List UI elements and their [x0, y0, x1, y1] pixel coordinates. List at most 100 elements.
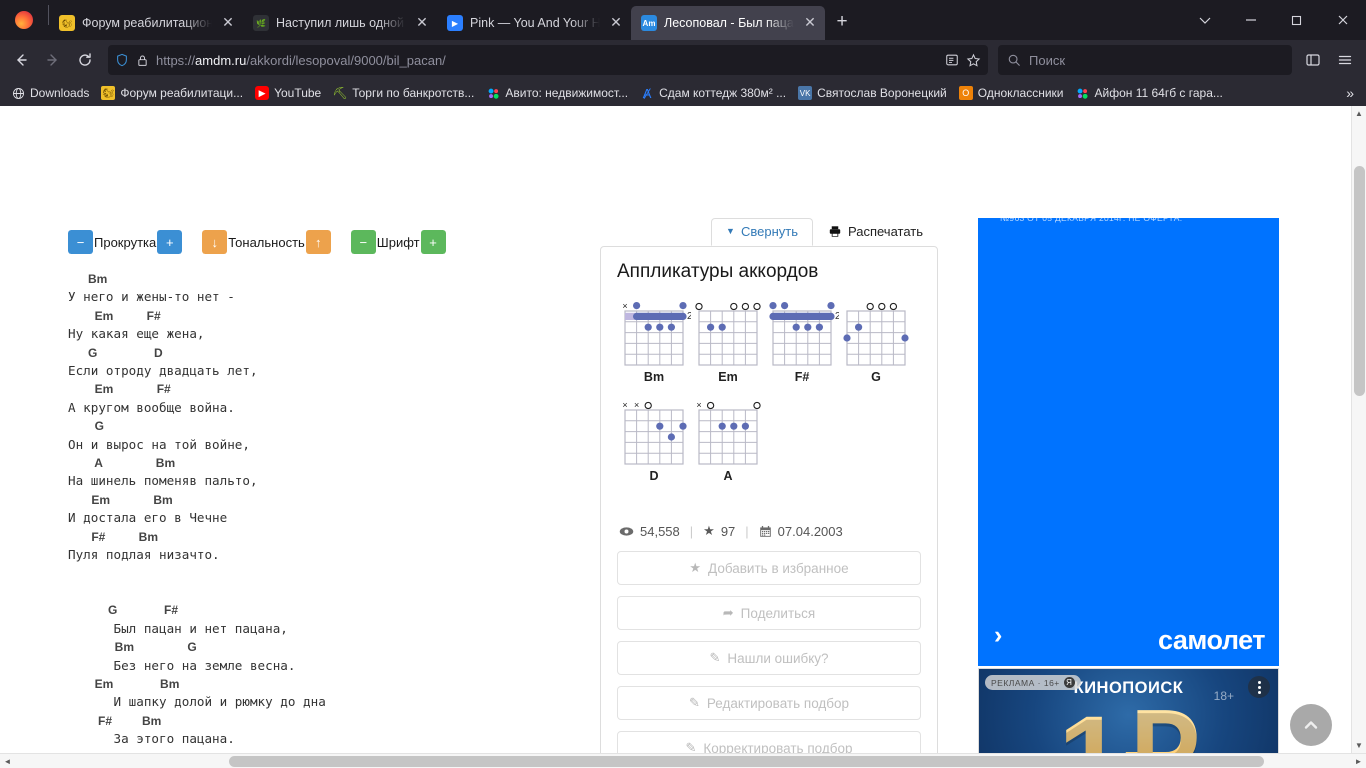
tab-collapse[interactable]: ▼ Свернуть — [711, 218, 813, 246]
bookmark-avito-realty[interactable]: Авито: недвижимост... — [481, 83, 633, 103]
avito-icon — [1075, 86, 1089, 100]
lyric-line: Ну какая еще жена, — [68, 326, 205, 342]
tab-close-button[interactable]: ✕ — [413, 14, 431, 32]
ad-banner-samolet[interactable]: №963 ОТ 05 ДЕКАБРЯ 2014Г. НЕ ОФЕРТА. › с… — [978, 218, 1279, 666]
scroll-right-arrow[interactable]: ► — [1351, 757, 1366, 766]
reload-icon[interactable] — [70, 45, 100, 75]
video-favicon: ▶ — [447, 15, 463, 31]
fretboard-diagram: × 2 — [617, 299, 691, 369]
hamburger-menu-icon[interactable] — [1330, 45, 1360, 75]
horizontal-scrollbar[interactable]: ◄ ► — [0, 753, 1366, 768]
reader-icon[interactable] — [945, 53, 959, 67]
tab-close-button[interactable]: ✕ — [607, 14, 625, 32]
kebab-menu-icon[interactable] — [1248, 676, 1270, 698]
forward-icon[interactable] — [38, 45, 68, 75]
chord-line: Bm G — [68, 640, 197, 655]
vertical-scroll-thumb[interactable] — [1354, 166, 1365, 396]
ad-label-badge[interactable]: РЕКЛАМА · 16+ Я — [985, 675, 1081, 690]
firefox-logo-button[interactable] — [0, 0, 48, 40]
url-bar[interactable]: https://amdm.ru/akkordi/lesopoval/9000/b… — [108, 45, 988, 75]
lyric-line: За этого пацана. — [68, 731, 235, 747]
lyric-line: Он и вырос на той войне, — [68, 436, 250, 452]
url-text[interactable]: https://amdm.ru/akkordi/lesopoval/9000/b… — [156, 53, 938, 68]
browser-tab-4-active[interactable]: Am Лесоповал - Был пацан, аккор ✕ — [631, 6, 825, 40]
chord-line: Em Bm — [68, 676, 180, 691]
key-down-button[interactable]: ↓ — [202, 230, 228, 254]
bookmark-youtube[interactable]: ▶ YouTube — [250, 83, 326, 103]
bookmarks-overflow-button[interactable]: » — [1340, 85, 1360, 101]
scroll-up-arrow[interactable]: ▲ — [1352, 106, 1366, 121]
bookmark-label: Одноклассники — [977, 86, 1064, 100]
key-label: Тональность — [228, 234, 305, 250]
close-icon[interactable] — [1320, 0, 1366, 40]
bookmark-cottage[interactable]: Ⱥ Сдам коттедж 380м² ... — [635, 83, 791, 103]
lyric-line: А кругом вообще война. — [68, 399, 235, 415]
tab-strip: 🐿 Форум реабилитационного це ✕ 🌿 Наступи… — [0, 0, 1366, 40]
chord-diagram-fsharp[interactable]: 2 F# — [765, 299, 839, 384]
vertical-scrollbar[interactable]: ▲ ▼ — [1351, 106, 1366, 753]
leaf-favicon: 🌿 — [253, 15, 269, 31]
chord-diagram-em[interactable]: Em — [691, 299, 765, 384]
action-button-нашли-ошибку[interactable]: ✎ Нашли ошибку? — [617, 641, 921, 675]
horizontal-scroll-track[interactable] — [15, 754, 1351, 768]
search-bar[interactable]: Поиск — [998, 45, 1292, 75]
chord-diagram-d[interactable]: × × D — [617, 398, 691, 483]
action-button-редактировать-подбор[interactable]: ✎ Редактировать подбор — [617, 686, 921, 720]
action-button-label: Поделиться — [740, 605, 816, 621]
scroll-left-arrow[interactable]: ◄ — [0, 757, 15, 766]
font-minus-button[interactable]: − — [350, 230, 376, 254]
tab-close-button[interactable]: ✕ — [801, 14, 819, 32]
bookmark-label: Торги по банкротств... — [352, 86, 475, 100]
new-tab-button[interactable]: + — [825, 6, 859, 38]
tab-close-button[interactable]: ✕ — [219, 14, 237, 32]
account-icon[interactable] — [1298, 45, 1328, 75]
forum-favicon: 🐿 — [59, 15, 75, 31]
printer-icon — [828, 225, 842, 238]
share-icon: ➦ — [722, 605, 734, 620]
scroll-minus-button[interactable]: − — [68, 230, 93, 254]
scroll-plus-button[interactable]: + — [157, 230, 183, 254]
chord-line: G F# — [68, 603, 179, 618]
scroll-down-arrow[interactable]: ▼ — [1352, 738, 1366, 753]
browser-tab-1[interactable]: 🐿 Форум реабилитационного це ✕ — [49, 6, 243, 40]
back-icon[interactable] — [6, 45, 36, 75]
tab-print[interactable]: Распечатать — [813, 218, 938, 246]
shield-icon[interactable] — [115, 53, 129, 67]
avito-icon — [486, 86, 500, 100]
key-up-button[interactable]: ↑ — [305, 230, 331, 254]
bookmark-downloads[interactable]: Downloads — [6, 83, 94, 103]
chord-line: G D — [68, 345, 163, 360]
lock-icon[interactable] — [136, 54, 149, 67]
chord-diagram-a[interactable]: × A — [691, 398, 765, 483]
font-plus-button[interactable]: + — [420, 230, 446, 254]
amdm-favicon: Am — [641, 15, 657, 31]
chord-diagram-bm[interactable]: × 2 Bm — [617, 299, 691, 384]
ad-brand-label: самолет — [1158, 625, 1265, 655]
action-button-добавить-в-избранное[interactable]: ★ Добавить в избранное — [617, 551, 921, 585]
scroll-to-top-button[interactable] — [1290, 704, 1332, 746]
chord-name: F# — [794, 370, 810, 384]
rating-stat: ★ 97 — [703, 523, 735, 539]
browser-tab-3[interactable]: ▶ Pink — You And Your Hand ✕ — [437, 6, 631, 40]
horizontal-scroll-thumb[interactable] — [229, 755, 1264, 767]
font-label: Шрифт — [376, 234, 420, 250]
list-all-tabs-icon[interactable] — [1182, 0, 1228, 40]
action-button-поделиться[interactable]: ➦ Поделиться — [617, 596, 921, 630]
key-control: ↓ Тональность ↑ — [202, 230, 331, 254]
web-page: − Прокрутка + ↓ Тональность ↑ − Шрифт + … — [0, 106, 1366, 768]
chords-panel: ▼ Свернуть Распечатать Аппликатуры аккор… — [600, 218, 938, 768]
minimize-icon[interactable] — [1228, 0, 1274, 40]
restore-icon[interactable] — [1274, 0, 1320, 40]
svg-text:×: × — [622, 400, 627, 410]
bookmark-auction[interactable]: ⛏ Торги по банкротств... — [328, 83, 479, 103]
bookmark-ok[interactable]: O Одноклассники — [954, 83, 1069, 103]
browser-tab-2[interactable]: 🌿 Наступил лишь одной ногой, ✕ — [243, 6, 437, 40]
ad-arrow-icon: › — [994, 621, 1003, 649]
bookmark-forum[interactable]: 🐿 Форум реабилитаци... — [96, 83, 248, 103]
bookmark-iphone[interactable]: Айфон 11 64гб с гара... — [1070, 83, 1227, 103]
bookmark-vk[interactable]: VK Святослав Воронецкий — [793, 83, 952, 103]
bookmark-star-icon[interactable] — [966, 53, 981, 68]
tab-title: Наступил лишь одной ногой, — [276, 16, 406, 30]
rating-count: 97 — [720, 523, 736, 539]
chord-diagram-g[interactable]: G — [839, 299, 913, 384]
